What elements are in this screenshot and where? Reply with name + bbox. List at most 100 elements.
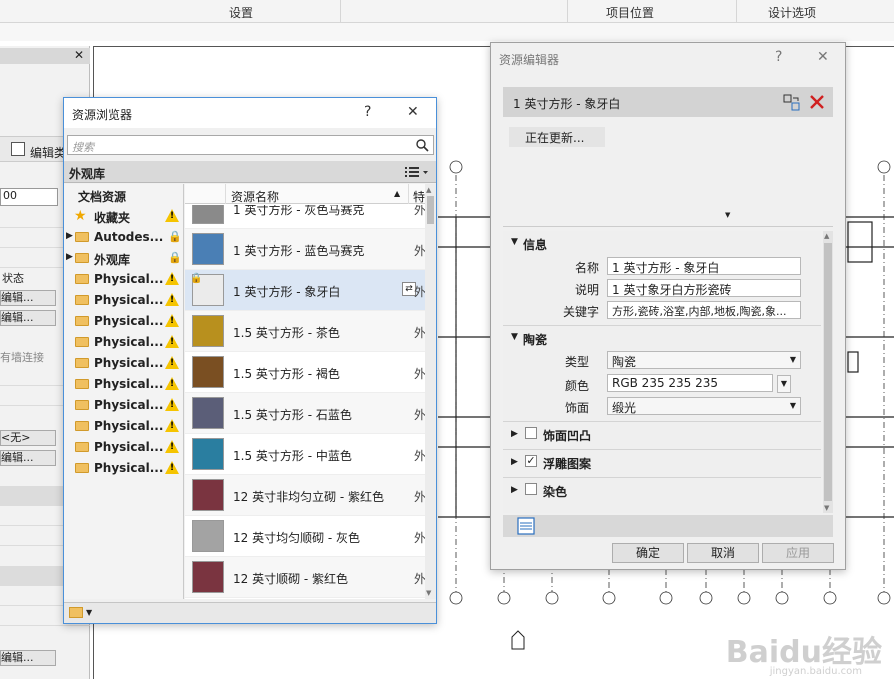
swap-asset-icon[interactable] bbox=[783, 94, 801, 111]
tree-item-label: Autodes... bbox=[94, 230, 164, 244]
search-icon[interactable] bbox=[416, 139, 429, 152]
scroll-thumb[interactable] bbox=[427, 196, 434, 224]
preview-options-chevron-icon[interactable]: ▼ bbox=[725, 211, 730, 219]
cancel-button[interactable]: 取消 bbox=[687, 543, 759, 563]
asset-row[interactable]: 🔒 ⇄ 1 英寸方形 - 象牙白外 bbox=[185, 270, 425, 311]
asset-row[interactable]: 1.5 英寸方形 - 石蓝色 外 bbox=[185, 393, 425, 434]
tree-item[interactable]: Physical...! bbox=[64, 332, 184, 353]
keywords-field[interactable]: 方形,瓷砖,浴室,内部,地板,陶瓷,象... bbox=[607, 301, 801, 319]
ribbon-group-project-location[interactable]: 项目位置 bbox=[606, 4, 654, 21]
asset-row[interactable]: 1.5 英寸方形 - 褐色 外 bbox=[185, 352, 425, 393]
bump-checkbox[interactable] bbox=[525, 427, 537, 439]
expand-arrow-icon[interactable]: ▶ bbox=[66, 231, 73, 241]
collapse-arrow-icon[interactable]: ▶ bbox=[511, 457, 518, 467]
help-button[interactable]: ? bbox=[364, 104, 371, 120]
tree-item[interactable]: Physical...! bbox=[64, 437, 184, 458]
tree-item[interactable]: Physical...! bbox=[64, 458, 184, 479]
close-button[interactable]: ✕ bbox=[407, 104, 419, 120]
scroll-down-arrow[interactable]: ▼ bbox=[426, 589, 431, 597]
tree-item-label: Physical... bbox=[94, 440, 164, 454]
column-asset-name[interactable]: 资源名称 bbox=[231, 188, 279, 205]
asset-type: 外 bbox=[414, 244, 425, 258]
watermark-logo: Baidu经验 bbox=[725, 635, 882, 670]
finish-dropdown[interactable]: 缎光 ▼ bbox=[607, 397, 801, 415]
close-button[interactable]: ✕ bbox=[817, 49, 829, 65]
sort-ascending-icon[interactable]: ▲ bbox=[394, 189, 400, 198]
section-ceramic[interactable]: 陶瓷 bbox=[523, 331, 547, 348]
edit-button[interactable]: 编辑... bbox=[0, 650, 56, 666]
library-tree: 文档资源 ★ 收藏夹! ▶ Autodes... 🔒 ▶ 外观库 🔒 Physical...! P… bbox=[64, 184, 184, 599]
tree-item[interactable]: ▶ 外观库 🔒 bbox=[64, 248, 184, 269]
ribbon-group-settings[interactable]: 设置 bbox=[229, 4, 253, 21]
relief-checkbox[interactable]: ✓ bbox=[525, 455, 537, 467]
asset-browser-titlebar[interactable]: 资源浏览器 ? ✕ bbox=[64, 98, 436, 128]
edit-type-button[interactable]: 编辑类 bbox=[30, 144, 66, 161]
name-label: 名称 bbox=[574, 261, 599, 275]
asset-row[interactable]: 1.5 英寸方形 - 茶色 外 bbox=[185, 311, 425, 352]
color-options-chevron-icon[interactable]: ▼ bbox=[777, 375, 791, 393]
help-button[interactable]: ? bbox=[775, 49, 782, 65]
library-folder-icon[interactable] bbox=[69, 607, 83, 618]
tree-item-label: 收藏夹 bbox=[94, 211, 131, 225]
apply-button[interactable]: 应用 bbox=[762, 543, 834, 563]
edit-button[interactable]: 编辑... bbox=[0, 310, 56, 326]
color-field[interactable]: RGB 235 235 235 bbox=[607, 374, 773, 392]
chevron-down-icon[interactable]: ▼ bbox=[86, 608, 92, 617]
search-input[interactable]: 搜索 bbox=[67, 135, 434, 155]
collapse-arrow-icon[interactable]: ▶ bbox=[511, 429, 518, 439]
tint-checkbox[interactable] bbox=[525, 483, 537, 495]
asset-type: 外 bbox=[414, 326, 425, 340]
tree-item[interactable]: Physical...! bbox=[64, 416, 184, 437]
scroll-down-arrow[interactable]: ▼ bbox=[824, 504, 829, 512]
expand-arrow-icon[interactable]: ▼ bbox=[511, 237, 518, 247]
asset-swatch bbox=[192, 479, 224, 511]
edit-button[interactable]: 编辑... bbox=[0, 450, 56, 466]
description-label: 说明 bbox=[574, 283, 599, 297]
tree-item[interactable]: Physical...! bbox=[64, 269, 184, 290]
ribbon-group-design-options[interactable]: 设计选项 bbox=[768, 4, 816, 21]
column-type[interactable]: 特 bbox=[413, 188, 425, 205]
section-info[interactable]: 信息 bbox=[523, 236, 547, 253]
scroll-up-arrow[interactable]: ▲ bbox=[426, 186, 431, 194]
tree-item[interactable]: Physical...! bbox=[64, 290, 184, 311]
tree-item[interactable]: Physical...! bbox=[64, 353, 184, 374]
description-field[interactable]: 1 英寸象牙白方形瓷砖 bbox=[607, 279, 801, 297]
name-field[interactable]: 1 英寸方形 - 象牙白 bbox=[607, 257, 801, 275]
property-grid-scrollbar[interactable]: ▲ ▼ bbox=[823, 231, 833, 513]
tree-item[interactable]: Physical...! bbox=[64, 374, 184, 395]
asset-type: 外 bbox=[414, 572, 425, 586]
asset-editor-titlebar[interactable]: 资源编辑器 ? ✕ bbox=[491, 43, 845, 73]
ok-button[interactable]: 确定 bbox=[612, 543, 684, 563]
expand-arrow-icon[interactable]: ▶ bbox=[66, 252, 73, 262]
asset-row[interactable]: 12 英寸顺砌 - 紫红色 外 bbox=[185, 557, 425, 598]
asset-row[interactable]: 12 英寸均匀顺砌 - 灰色 外 bbox=[185, 516, 425, 557]
close-icon[interactable]: ✕ bbox=[74, 48, 84, 62]
asset-name: 1.5 英寸方形 - 中蓝色 bbox=[233, 449, 352, 463]
scroll-up-arrow[interactable]: ▲ bbox=[824, 232, 829, 240]
asset-row[interactable]: 1.5 英寸方形 - 中蓝色 外 bbox=[185, 434, 425, 475]
folder-icon bbox=[75, 442, 89, 452]
view-options-icon[interactable] bbox=[405, 166, 429, 178]
collapse-arrow-icon[interactable]: ▶ bbox=[511, 485, 518, 495]
asset-row[interactable]: 1 英寸方形 - 灰色马赛克 外 bbox=[185, 205, 425, 229]
tree-item[interactable]: ★ 收藏夹! bbox=[64, 206, 184, 227]
delete-icon[interactable] bbox=[809, 94, 825, 110]
edit-type-icon[interactable] bbox=[11, 142, 25, 156]
tree-item[interactable]: ▶ Autodes... 🔒 bbox=[64, 227, 184, 248]
expand-arrow-icon[interactable]: ▼ bbox=[511, 332, 518, 342]
asset-table-icon[interactable] bbox=[517, 517, 535, 535]
scroll-thumb[interactable] bbox=[824, 243, 832, 501]
type-dropdown[interactable]: 陶瓷 ▼ bbox=[607, 351, 801, 369]
edit-button[interactable]: 编辑... bbox=[0, 290, 56, 306]
tree-document-assets[interactable]: 文档资源 bbox=[64, 185, 184, 206]
property-value-field[interactable]: 00 bbox=[0, 188, 58, 206]
asset-type: 外 bbox=[414, 490, 425, 504]
tree-item[interactable]: Physical...! bbox=[64, 311, 184, 332]
asset-row[interactable]: 1 英寸方形 - 蓝色马赛克 外 bbox=[185, 229, 425, 270]
tree-item[interactable]: Physical...! bbox=[64, 395, 184, 416]
none-value-field[interactable]: <无> bbox=[0, 430, 56, 446]
tree-item-label: Physical... bbox=[94, 272, 164, 286]
asset-browser-title: 资源浏览器 bbox=[72, 108, 133, 122]
asset-row[interactable]: 12 英寸非均匀立砌 - 紫红色 外 bbox=[185, 475, 425, 516]
asset-list-scrollbar[interactable]: ▲ ▼ bbox=[425, 184, 436, 599]
